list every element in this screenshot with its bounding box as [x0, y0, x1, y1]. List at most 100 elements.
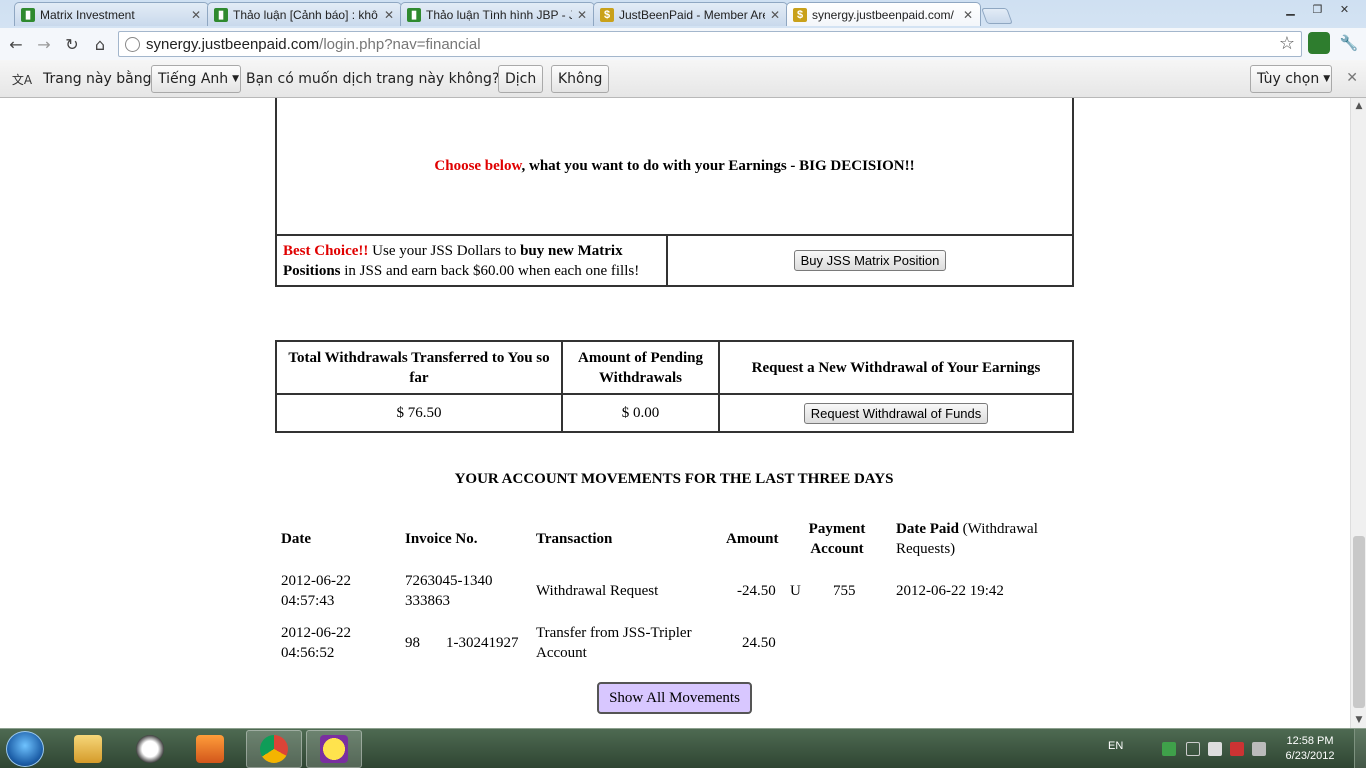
bookmark-star-icon[interactable]: ☆ [1279, 33, 1295, 54]
tab-title: Thảo luận Tình hình JBP - J [426, 7, 572, 22]
tab-synergy-active[interactable]: $ synergy.justbeenpaid.com/ ✕ [786, 2, 981, 26]
reload-icon[interactable]: ↻ [60, 32, 84, 56]
options-button[interactable]: Tùy chọn ▼ [1250, 65, 1332, 93]
header-total-withdrawals: Total Withdrawals Transferred to You so … [275, 340, 563, 395]
big-decision-text: , what you want to do with your Earnings… [521, 157, 915, 174]
choose-below-text: Choose below [434, 157, 522, 174]
address-path: /login.php?nav=financial [319, 35, 481, 53]
forward-icon[interactable]: → [32, 32, 56, 56]
close-icon[interactable]: ✕ [1346, 70, 1358, 86]
expand-tray-icon[interactable] [1186, 742, 1200, 756]
best-choice-label: Best Choice!! [283, 242, 369, 259]
page-scrollbar[interactable]: ▲ ▼ [1350, 98, 1366, 728]
buy-position-cell: Buy JSS Matrix Position [666, 234, 1074, 287]
no-translate-button[interactable]: Không [551, 65, 610, 93]
close-window-icon[interactable]: ✕ [1331, 0, 1358, 18]
home-icon[interactable]: ⌂ [88, 32, 112, 56]
row2-invoice-part-b: 1-30241927 [446, 635, 519, 651]
window-controls: ▁ ❐ ✕ [1277, 0, 1358, 18]
row2-date: 2012-06-22 04:56:52 [281, 625, 351, 661]
dollar-icon: $ [600, 7, 614, 22]
tab-title: JustBeenPaid - Member Are [619, 7, 765, 22]
close-icon[interactable]: ✕ [190, 8, 202, 22]
minimize-icon[interactable]: ▁ [1277, 0, 1304, 18]
tab-member-area[interactable]: $ JustBeenPaid - Member Are ✕ [593, 2, 788, 26]
taskbar-yahoo-messenger[interactable] [306, 730, 362, 768]
chrome-icon [260, 735, 288, 763]
back-icon[interactable]: ← [4, 32, 28, 56]
row1-date-paid: 2012-06-22 19:42 [896, 583, 1004, 599]
tab-matrix-investment[interactable]: ▮ Matrix Investment ✕ [14, 2, 209, 26]
address-bar[interactable]: synergy.justbeenpaid.com/login.php?nav=f… [118, 31, 1302, 57]
close-icon[interactable]: ✕ [769, 8, 781, 22]
row2-amount: 24.50 [742, 635, 776, 651]
earnings-heading: Choose below, what you want to do with y… [275, 98, 1074, 236]
taskbar-chrome[interactable] [246, 730, 302, 768]
pending-withdrawals-value: $ 0.00 [561, 393, 720, 433]
buy-jss-matrix-position-button[interactable]: Buy JSS Matrix Position [793, 250, 947, 271]
col-header-invoice: Invoice No. [405, 531, 478, 547]
taskbar-media-player[interactable] [182, 730, 238, 768]
green-logo-icon: ▮ [214, 7, 228, 22]
tab-title: synergy.justbeenpaid.com/ [812, 7, 954, 22]
request-withdrawal-cell: Request Withdrawal of Funds [718, 393, 1074, 433]
show-desktop-button[interactable] [1354, 729, 1366, 768]
translate-prefix: Trang này bằng [43, 71, 152, 87]
wrench-menu-icon[interactable]: 🔧 [1338, 32, 1360, 54]
translate-bar: 文A Trang này bằng Tiếng Anh ▼ Bạn có muố… [0, 60, 1366, 98]
browser-chrome: ▮ Matrix Investment ✕ ▮ Thảo luận [Cảnh … [0, 0, 1366, 98]
header-pending-withdrawals: Amount of Pending Withdrawals [561, 340, 720, 395]
scroll-up-icon[interactable]: ▲ [1351, 98, 1366, 114]
tab-strip: ▮ Matrix Investment ✕ ▮ Thảo luận [Cảnh … [0, 0, 1366, 28]
new-tab-button[interactable] [981, 8, 1013, 24]
tab-thao-luan-canh-bao[interactable]: ▮ Thảo luận [Cảnh báo] : khô ✕ [207, 2, 402, 26]
language-select[interactable]: Tiếng Anh ▼ [151, 65, 241, 93]
restore-icon[interactable]: ❐ [1304, 0, 1331, 18]
taskbar-fifa[interactable] [122, 730, 178, 768]
action-center-flag-icon[interactable] [1208, 742, 1222, 756]
network-signal-icon[interactable] [1252, 742, 1266, 756]
row1-amount: -24.50 [737, 583, 776, 599]
clock[interactable]: 12:58 PM 6/23/2012 [1270, 734, 1350, 764]
request-withdrawal-button[interactable]: Request Withdrawal of Funds [803, 402, 989, 424]
best-choice-cell: Best Choice!! Use your JSS Dollars to bu… [275, 234, 668, 287]
col-header-payment-account: Payment Account [808, 521, 866, 557]
media-player-icon [196, 735, 224, 763]
clock-date: 6/23/2012 [1285, 750, 1335, 762]
browser-toolbar: ← → ↻ ⌂ synergy.justbeenpaid.com/login.p… [0, 28, 1366, 60]
col-header-date-paid: Date Paid (Withdrawal Requests) [896, 519, 1056, 559]
close-icon[interactable]: ✕ [383, 8, 395, 22]
scroll-down-icon[interactable]: ▼ [1351, 712, 1366, 728]
extension-icon[interactable] [1308, 32, 1330, 54]
close-icon[interactable]: ✕ [576, 8, 588, 22]
row2-invoice-part-a: 98 [405, 635, 420, 651]
green-logo-icon: ▮ [21, 7, 35, 22]
row1-transaction: Withdrawal Request [536, 583, 659, 599]
close-icon[interactable]: ✕ [962, 8, 974, 22]
options-label: Tùy chọn [1257, 71, 1320, 87]
clock-time: 12:58 PM [1286, 735, 1334, 747]
windows-taskbar: EN 12:58 PM 6/23/2012 [0, 728, 1366, 768]
battery-icon[interactable] [1230, 742, 1244, 756]
col-header-transaction: Transaction [536, 531, 613, 547]
movements-title: YOUR ACCOUNT MOVEMENTS FOR THE LAST THRE… [454, 471, 894, 487]
network-monitor-icon[interactable] [1162, 742, 1176, 756]
translate-button[interactable]: Dịch [498, 65, 544, 93]
header-request-withdrawal: Request a New Withdrawal of Your Earning… [718, 340, 1074, 395]
row1-account-prefix: U [790, 583, 801, 599]
row1-account: 755 [833, 583, 856, 599]
start-button[interactable] [6, 731, 44, 767]
earnings-choice-table: Choose below, what you want to do with y… [275, 98, 1074, 287]
tab-thao-luan-jbp[interactable]: ▮ Thảo luận Tình hình JBP - J ✕ [400, 2, 595, 26]
address-host: synergy.justbeenpaid.com [146, 35, 320, 53]
row1-invoice: 7263045-1340333863 [405, 573, 493, 609]
globe-icon [125, 36, 140, 52]
language-indicator[interactable]: EN [1108, 740, 1123, 752]
show-all-movements-button[interactable]: Show All Movements [597, 682, 752, 714]
best-choice-desc-1: Use your JSS Dollars to [368, 242, 521, 259]
tab-title: Matrix Investment [40, 7, 135, 22]
taskbar-explorer[interactable] [60, 730, 116, 768]
dollar-icon: $ [793, 7, 807, 22]
scrollbar-thumb[interactable] [1353, 536, 1365, 708]
system-tray: EN 12:58 PM 6/23/2012 [1096, 729, 1366, 768]
